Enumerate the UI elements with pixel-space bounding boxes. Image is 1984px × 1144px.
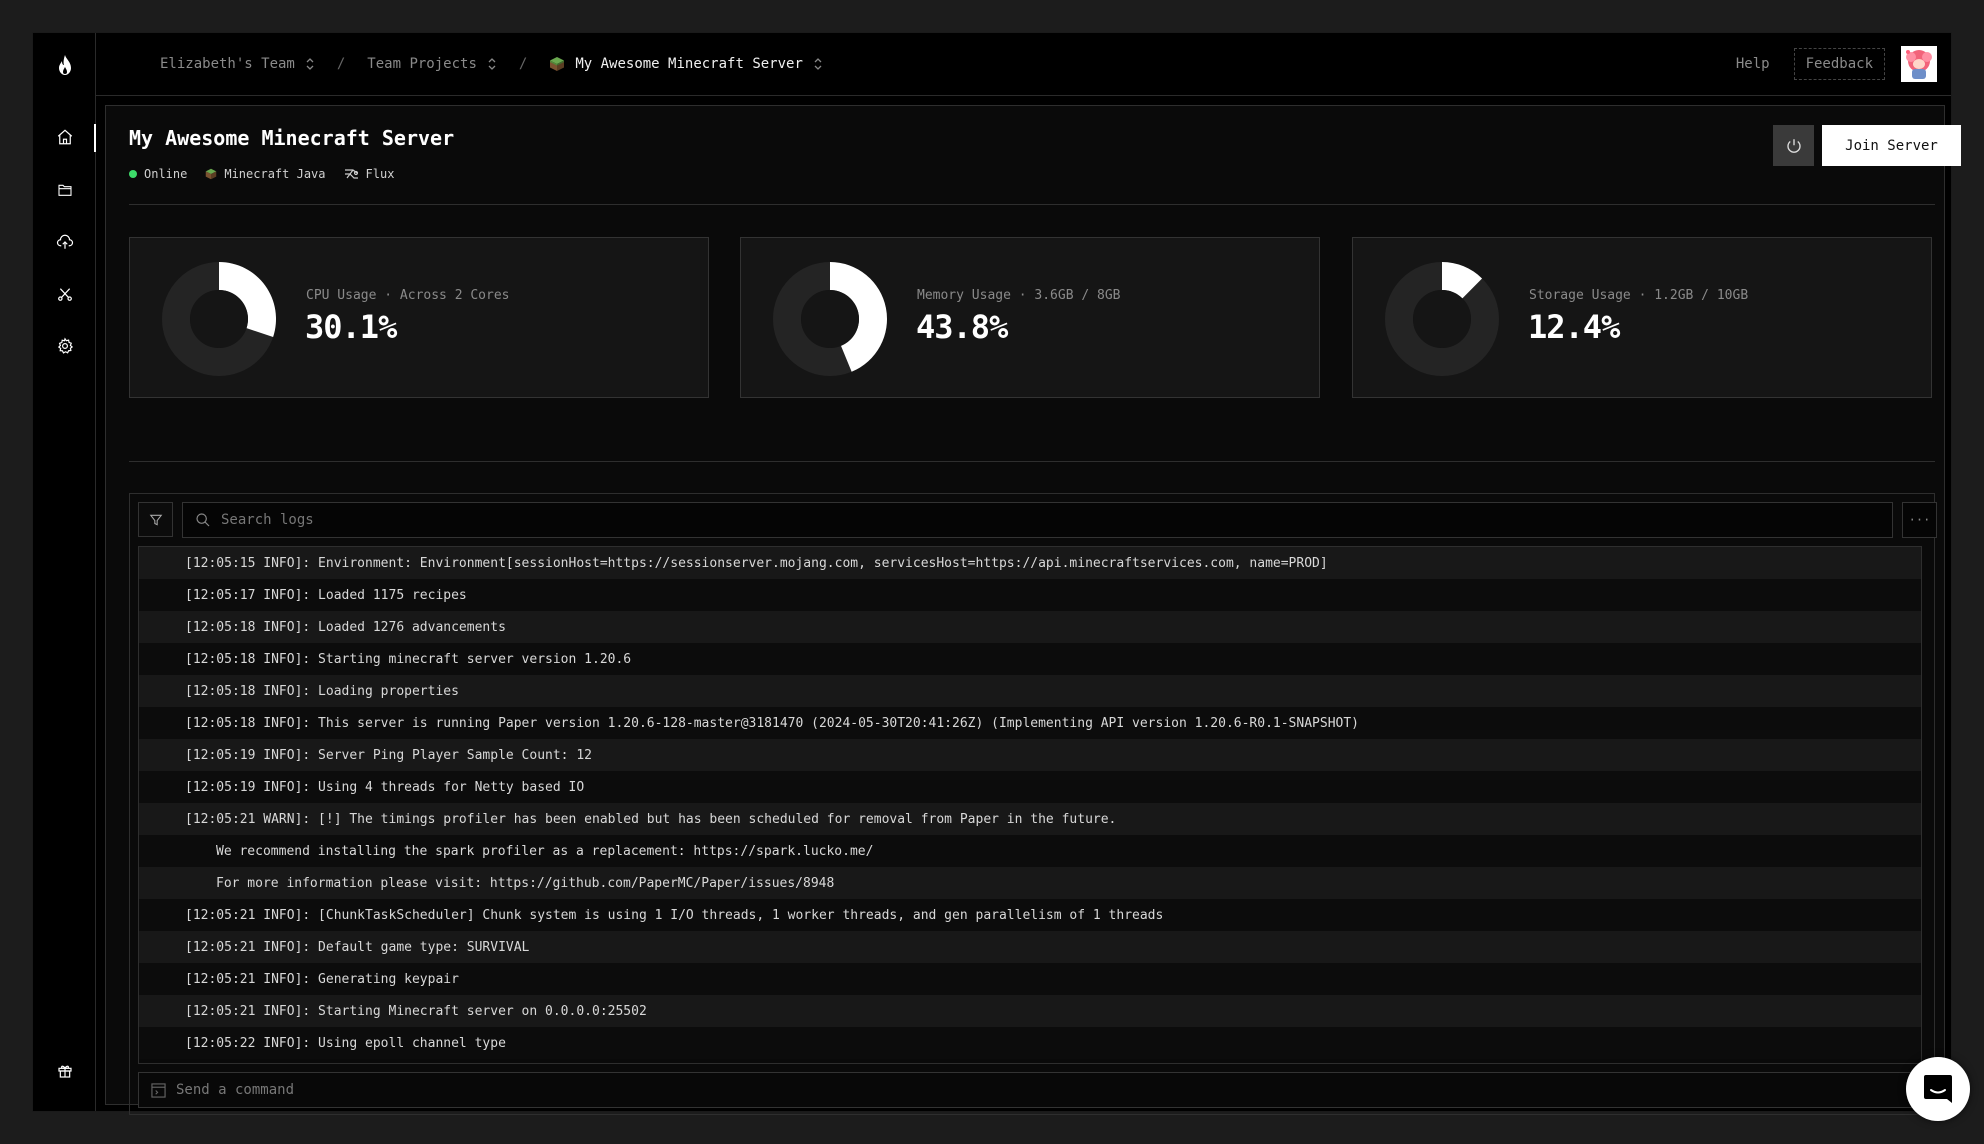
- command-bar[interactable]: [138, 1072, 1922, 1108]
- top-bar: Elizabeth's Team / Team Projects / My Aw…: [96, 33, 1951, 96]
- support-chat-button[interactable]: [1906, 1057, 1970, 1121]
- power-button[interactable]: [1773, 125, 1814, 166]
- status-dot-icon: [129, 170, 137, 178]
- donut-hole: [190, 290, 248, 348]
- help-link[interactable]: Help: [1736, 56, 1770, 72]
- tools-icon: [58, 288, 72, 301]
- log-line: We recommend installing the spark profil…: [139, 835, 1921, 867]
- breadcrumb-projects[interactable]: Team Projects: [367, 56, 497, 72]
- gear-icon: [57, 337, 74, 354]
- region-badge: Flux: [344, 167, 395, 181]
- breadcrumb: Elizabeth's Team / Team Projects / My Aw…: [160, 56, 823, 72]
- flame-logo-icon[interactable]: [33, 33, 96, 96]
- power-icon: [1786, 138, 1801, 153]
- search-logs[interactable]: [182, 502, 1893, 538]
- log-line: [12:05:18 INFO]: Loading properties: [139, 675, 1921, 707]
- sidebar-item-settings[interactable]: [45, 326, 85, 366]
- filter-button[interactable]: [138, 502, 173, 537]
- breadcrumb-server-label: My Awesome Minecraft Server: [575, 56, 803, 72]
- more-options-button[interactable]: ···: [1902, 502, 1937, 538]
- folder-icon: [58, 184, 72, 196]
- divider: [129, 204, 1935, 205]
- log-line: [12:05:18 INFO]: Starting minecraft serv…: [139, 643, 1921, 675]
- log-line: [12:05:21 WARN]: [!] The timings profile…: [139, 803, 1921, 835]
- breadcrumb-team-label: Elizabeth's Team: [160, 56, 295, 72]
- stat-card-storage: Storage Usage · 1.2GB / 10GB 12.4%: [1352, 237, 1932, 398]
- console-panel: ··· [12:05:15 INFO]: Environment: Enviro…: [129, 493, 1937, 1115]
- breadcrumb-projects-label: Team Projects: [367, 56, 477, 72]
- log-line: For more information please visit: https…: [139, 867, 1921, 899]
- sidebar-item-gift[interactable]: [45, 1051, 85, 1091]
- breadcrumb-separator: /: [518, 56, 528, 72]
- log-line: [12:05:19 INFO]: Using 4 threads for Net…: [139, 771, 1921, 803]
- edition-badge: Minecraft Java: [205, 167, 326, 181]
- command-input[interactable]: [176, 1082, 1676, 1098]
- log-line: [12:05:21 INFO]: Default game type: SURV…: [139, 931, 1921, 963]
- main-panel: My Awesome Minecraft Server Online Minec…: [105, 105, 1961, 1115]
- sidebar-item-tools[interactable]: [45, 274, 85, 314]
- sidebar-item-files[interactable]: [45, 170, 85, 210]
- log-line: [12:05:22 INFO]: Using epoll channel typ…: [139, 1027, 1921, 1059]
- cpu-donut-chart: [162, 262, 276, 376]
- divider: [129, 461, 1935, 462]
- donut-hole: [1413, 290, 1471, 348]
- log-list: [12:05:15 INFO]: Environment: Environmen…: [138, 546, 1922, 1064]
- status-text: Online: [144, 167, 188, 181]
- feedback-button[interactable]: Feedback: [1793, 48, 1885, 80]
- stat-value: 30.1%: [305, 308, 397, 346]
- edition-text: Minecraft Java: [224, 167, 326, 181]
- grass-block-icon: [550, 57, 565, 71]
- chat-icon: [1924, 1075, 1952, 1103]
- home-icon: [57, 129, 73, 145]
- log-line: [12:05:17 INFO]: Loaded 1175 recipes: [139, 579, 1921, 611]
- chevron-updown-icon: [488, 58, 496, 70]
- stat-label: Memory Usage · 3.6GB / 8GB: [917, 288, 1121, 303]
- memory-donut-chart: [773, 262, 887, 376]
- stat-label: Storage Usage · 1.2GB / 10GB: [1529, 288, 1749, 303]
- search-icon: [196, 513, 210, 527]
- donut-hole: [801, 290, 859, 348]
- log-line: [12:05:15 INFO]: Environment: Environmen…: [139, 547, 1921, 579]
- log-line: [12:05:19 INFO]: Server Ping Player Samp…: [139, 739, 1921, 771]
- active-indicator: [94, 124, 96, 152]
- terminal-icon: [151, 1082, 166, 1098]
- breadcrumb-separator: /: [336, 56, 346, 72]
- status-badge: Online: [129, 167, 187, 181]
- breadcrumb-server[interactable]: My Awesome Minecraft Server: [549, 56, 823, 72]
- cloud-upload-icon: [56, 234, 74, 249]
- sidebar-item-upload[interactable]: [45, 222, 85, 262]
- region-text: Flux: [365, 167, 395, 181]
- chevron-updown-icon: [814, 58, 822, 70]
- log-line: [12:05:21 INFO]: Generating keypair: [139, 963, 1921, 995]
- search-input[interactable]: [221, 512, 1821, 528]
- gift-icon: [58, 1065, 72, 1078]
- stat-card-memory: Memory Usage · 3.6GB / 8GB 43.8%: [740, 237, 1320, 398]
- route-icon: [344, 169, 358, 179]
- stat-label: CPU Usage · Across 2 Cores: [306, 288, 510, 303]
- log-line: [12:05:18 INFO]: Loaded 1276 advancement…: [139, 611, 1921, 643]
- log-line: [12:05:21 INFO]: Starting Minecraft serv…: [139, 995, 1921, 1027]
- stat-value: 12.4%: [1528, 308, 1620, 346]
- grass-block-icon: [206, 168, 217, 180]
- stat-value: 43.8%: [916, 308, 1008, 346]
- sidebar-item-home[interactable]: [45, 117, 85, 157]
- server-meta: Online Minecraft Java Flux: [129, 167, 394, 181]
- app-window: Elizabeth's Team / Team Projects / My Aw…: [32, 32, 1970, 1121]
- storage-donut-chart: [1385, 262, 1499, 376]
- log-line: [12:05:21 INFO]: [ChunkTaskScheduler] Ch…: [139, 899, 1921, 931]
- avatar[interactable]: [1901, 46, 1937, 82]
- page-title: My Awesome Minecraft Server: [129, 126, 455, 150]
- filter-icon: [149, 514, 162, 526]
- join-server-button[interactable]: Join Server: [1822, 125, 1961, 166]
- log-line: [12:05:18 INFO]: This server is running …: [139, 707, 1921, 739]
- stat-card-cpu: CPU Usage · Across 2 Cores 30.1%: [129, 237, 709, 398]
- breadcrumb-team[interactable]: Elizabeth's Team: [160, 56, 315, 72]
- sidebar: [33, 33, 96, 1111]
- chevron-updown-icon: [306, 58, 314, 70]
